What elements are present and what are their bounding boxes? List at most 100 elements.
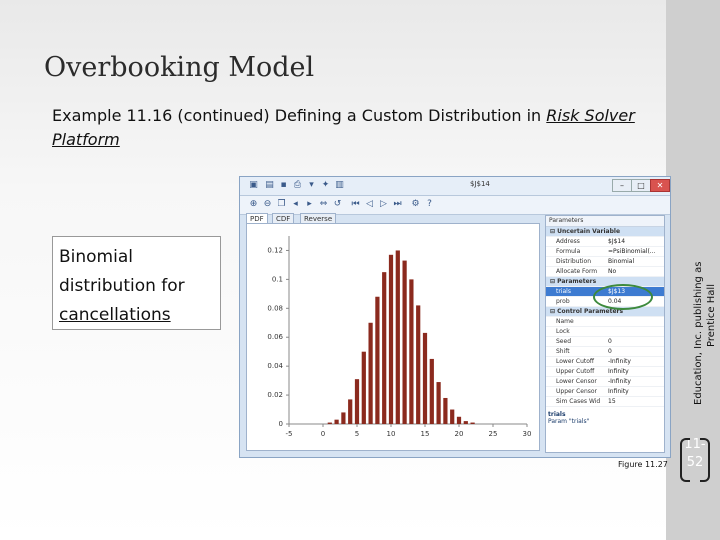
bar <box>463 421 468 424</box>
open-icon[interactable]: ▤ <box>264 180 275 191</box>
bar <box>354 379 360 424</box>
bar <box>409 279 414 424</box>
nav-next-icon[interactable]: ▷ <box>378 199 389 210</box>
property-key: Allocate Form <box>556 268 598 275</box>
property-value[interactable]: 0 <box>608 337 660 346</box>
section-label: ⊟ Parameters <box>550 278 597 285</box>
property-row[interactable]: Lower Cutoff -Infinity <box>546 357 664 367</box>
y-tick-label: 0.1 <box>272 275 283 283</box>
minimize-button[interactable]: – <box>612 179 632 192</box>
dropdown-icon[interactable]: ▾ <box>306 180 317 191</box>
bar <box>456 416 462 424</box>
property-value[interactable]: Infinity <box>608 387 660 396</box>
bar <box>416 305 421 424</box>
nav-last-icon[interactable]: ⏭ <box>392 199 403 210</box>
app-icon: ▣ <box>249 180 258 190</box>
bar <box>388 254 394 424</box>
bar <box>402 260 407 424</box>
property-row[interactable]: Lower Censor -Infinity <box>546 377 664 387</box>
property-row[interactable]: Name <box>546 317 664 327</box>
figure-label: Figure 11.27 <box>618 460 668 469</box>
arrow-right-icon[interactable]: ▸ <box>304 199 315 210</box>
maximize-button[interactable]: □ <box>631 179 651 192</box>
bar <box>436 382 441 424</box>
property-value[interactable]: =PsiBinomial(... <box>608 247 660 256</box>
y-tick-label: 0.06 <box>267 333 283 341</box>
close-button[interactable]: ✕ <box>650 179 670 192</box>
arrow-left-icon[interactable]: ◂ <box>290 199 301 210</box>
property-row[interactable]: Shift 0 <box>546 347 664 357</box>
bar-chart-icon[interactable]: ▥ <box>334 180 345 191</box>
property-value[interactable]: -Infinity <box>608 377 660 386</box>
property-value[interactable]: -Infinity <box>608 357 660 366</box>
property-row[interactable]: Lock <box>546 327 664 337</box>
page-number: 11- 52 <box>678 432 712 486</box>
reset-icon[interactable]: ↺ <box>332 199 343 210</box>
settings-icon[interactable]: ⚙ <box>410 199 421 210</box>
section-label: ⊟ Control Parameters <box>550 308 624 315</box>
property-row[interactable]: Seed 0 <box>546 337 664 347</box>
property-key: Upper Cutoff <box>556 368 595 375</box>
x-tick-label: 15 <box>421 430 430 438</box>
property-key: Upper Censor <box>556 388 598 395</box>
y-tick-label: 0.08 <box>267 304 283 312</box>
property-row[interactable]: Address $J$14 <box>546 237 664 247</box>
callout-line2: distribution for <box>59 276 185 296</box>
slide-subtitle: Example 11.16 (continued) Defining a Cus… <box>52 104 652 152</box>
property-row[interactable]: Sim Cases Wid 15 <box>546 397 664 407</box>
property-description: trials Param "trials" <box>545 411 666 425</box>
x-tick-label: 0 <box>321 430 325 438</box>
property-key: Seed <box>556 338 571 345</box>
property-row[interactable]: Formula =PsiBinomial(... <box>546 247 664 257</box>
property-value[interactable]: $J$14 <box>608 237 660 246</box>
panel-dropdown[interactable]: Parameters <box>546 216 664 227</box>
bar <box>395 250 400 424</box>
bar <box>341 412 346 424</box>
copy-icon[interactable]: ❐ <box>276 199 287 210</box>
property-value[interactable]: Binomial <box>608 257 660 266</box>
property-row[interactable]: Upper Censor Infinity <box>546 387 664 397</box>
x-tick-label: 5 <box>355 430 359 438</box>
callout-line3: cancellations <box>59 305 171 325</box>
x-tick-label: 20 <box>455 430 464 438</box>
side-text-line1: Education, Inc. publishing as <box>693 261 704 405</box>
x-tick-label: 10 <box>387 430 396 438</box>
property-key: Lower Censor <box>556 378 597 385</box>
callout-box: Binomial distribution for cancellations <box>52 236 221 330</box>
x-tick-label: 30 <box>523 430 532 438</box>
bar <box>443 397 448 424</box>
bar <box>422 332 428 424</box>
save-icon[interactable]: ▪ <box>278 180 289 191</box>
property-row[interactable]: Upper Cutoff Infinity <box>546 367 664 377</box>
property-value[interactable]: 15 <box>608 397 660 406</box>
bar <box>348 399 353 424</box>
zoom-in-icon[interactable]: ⊕ <box>248 199 259 210</box>
zoom-out-icon[interactable]: ⊖ <box>262 199 273 210</box>
nav-prev-icon[interactable]: ◁ <box>364 199 375 210</box>
right-bracket-shape <box>700 438 710 482</box>
property-value[interactable]: No <box>608 267 660 276</box>
print-icon[interactable]: ⎙ <box>292 180 303 191</box>
chart-options-icon[interactable]: ✦ <box>320 180 331 191</box>
property-row[interactable]: Distribution Binomial <box>546 257 664 267</box>
property-row[interactable]: Allocate Form No <box>546 267 664 277</box>
property-key: Lower Cutoff <box>556 358 595 365</box>
window-title: $J$14 <box>470 180 490 188</box>
bar <box>375 296 380 424</box>
fit-icon[interactable]: ⇔ <box>318 199 329 210</box>
copyright-side-text: Education, Inc. publishing as Prentice H… <box>692 225 718 405</box>
subtitle-main: Example 11.16 (continued) Defining a Cus… <box>52 106 547 125</box>
property-value[interactable]: Infinity <box>608 367 660 376</box>
property-value[interactable]: 0 <box>608 347 660 356</box>
nav-first-icon[interactable]: ⏮ <box>350 199 361 210</box>
bar <box>327 422 332 424</box>
bar <box>361 351 366 424</box>
property-key: Sim Cases Wid <box>556 398 601 405</box>
property-section[interactable]: ⊟ Control Parameters <box>546 307 664 317</box>
property-key: Shift <box>556 348 570 355</box>
property-section[interactable]: ⊟ Uncertain Variable <box>546 227 664 237</box>
bar <box>470 422 475 424</box>
bar <box>334 419 339 424</box>
help-icon[interactable]: ? <box>424 199 435 210</box>
x-tick-label: 25 <box>489 430 498 438</box>
